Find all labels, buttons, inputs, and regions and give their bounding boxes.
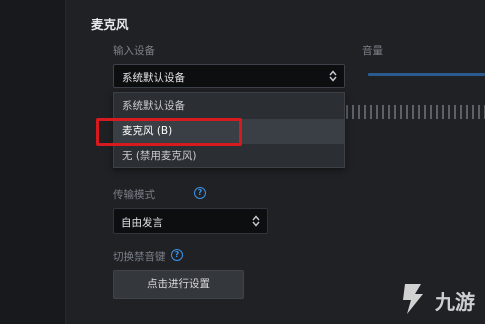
volume-slider[interactable] (368, 73, 485, 76)
input-device-value: 系统默认设备 (122, 72, 185, 84)
input-device-select[interactable]: 系统默认设备 (113, 64, 345, 88)
transmission-mode-label: 传输模式 (113, 189, 155, 201)
updown-arrows-icon (252, 215, 260, 227)
set-mute-key-button[interactable]: 点击进行设置 (113, 270, 244, 299)
help-icon[interactable]: ? (171, 249, 183, 261)
left-sidebar (0, 0, 66, 324)
help-icon[interactable]: ? (194, 187, 206, 199)
dropdown-option-default[interactable]: 系统默认设备 (114, 94, 344, 119)
watermark-logo-icon (403, 284, 423, 314)
mic-level-meter (346, 105, 485, 119)
transmission-mode-select[interactable]: 自由发言 (113, 208, 268, 234)
transmission-mode-value: 自由发言 (121, 217, 163, 229)
annotation-highlight-box (96, 118, 242, 146)
input-device-label: 输入设备 (113, 45, 155, 57)
dropdown-option-disable[interactable]: 无 (禁用麦克风) (114, 144, 344, 169)
volume-label: 音量 (362, 45, 383, 57)
section-title: 麦克风 (91, 17, 129, 32)
mute-key-label: 切换禁音键 (113, 251, 166, 263)
updown-arrows-icon (329, 70, 337, 82)
watermark-text: 九游 (435, 290, 475, 314)
